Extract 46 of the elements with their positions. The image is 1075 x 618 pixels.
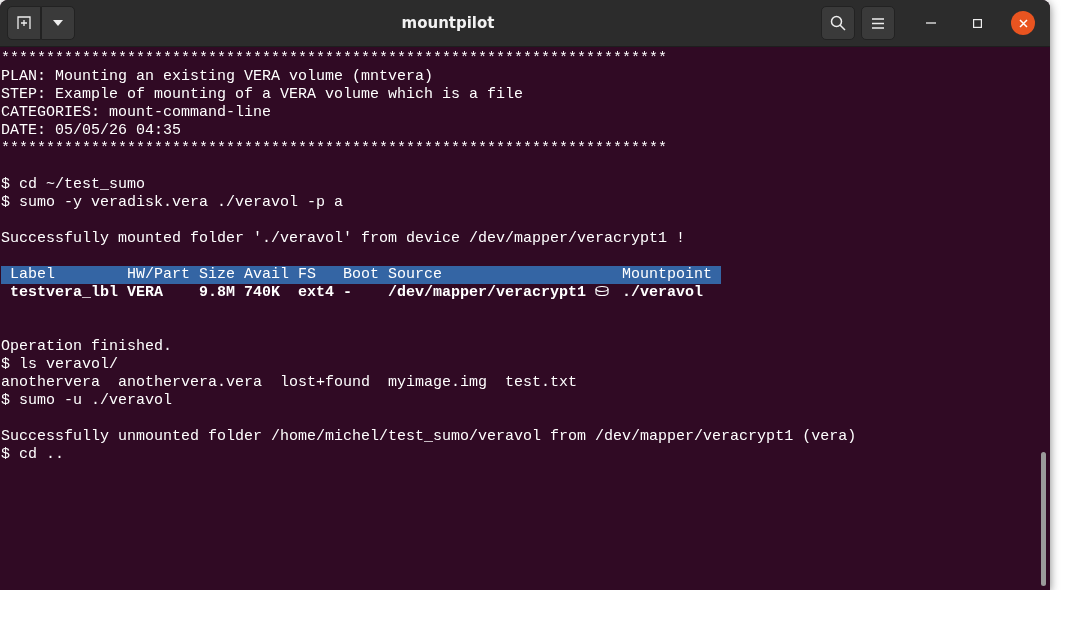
caret-icon <box>53 20 63 26</box>
terminal-line: $ sumo -u ./veravol <box>1 392 173 409</box>
terminal-line: $ cd .. <box>1 446 64 463</box>
maximize-icon <box>972 18 982 28</box>
terminal-line: DATE: 05/05/26 04:35 <box>1 122 182 139</box>
column-header: Label <box>10 266 55 283</box>
table-cell: - <box>343 284 353 301</box>
terminal-line: $ ls veravol/ <box>1 356 119 373</box>
terminal-line: ************************************************************************** <box>1 140 668 157</box>
column-header: FS <box>298 266 317 283</box>
table-cell: testvera_lbl <box>10 284 119 301</box>
terminal-line: $ sumo -y veradisk.vera ./veravol -p a <box>1 194 344 211</box>
column-header: Avail <box>244 266 290 283</box>
terminal-line: PLAN: Mounting an existing VERA volume (mntvera) <box>1 68 434 85</box>
table-cell: 9.8M <box>199 284 236 301</box>
table-cell: ext4 <box>298 284 335 301</box>
table-cell: VERA <box>127 284 164 301</box>
disk-icon <box>595 285 610 297</box>
menu-button[interactable] <box>861 6 895 40</box>
column-header: HW/Part <box>127 266 191 283</box>
column-header: Source <box>388 266 443 283</box>
terminal-line: $ cd ~/test_sumo <box>1 176 146 193</box>
terminal-line: CATEGORIES: mount-command-line <box>1 104 272 121</box>
terminal-line: ************************************************************************** <box>1 50 668 67</box>
scrollbar[interactable] <box>1041 452 1046 586</box>
terminal-line: anothervera anothervera.vera lost+found myimage.img test.txt <box>1 374 578 391</box>
new-tab-button[interactable] <box>7 6 41 40</box>
search-icon <box>830 15 846 31</box>
terminal-line: STEP: Example of mounting of a VERA volume which is a file <box>1 86 524 103</box>
terminal-line: Operation finished. <box>1 338 173 355</box>
menu-icon <box>872 17 884 29</box>
minimize-icon <box>926 22 936 24</box>
window-title: mountpilot <box>400 14 496 32</box>
new-tab-icon <box>17 16 31 30</box>
close-icon <box>1018 18 1028 28</box>
table-cell: /dev/mapper/veracrypt1 <box>388 284 587 301</box>
column-header: Size <box>199 266 236 283</box>
column-header: Mountpoint <box>622 266 713 283</box>
close-button[interactable] <box>1011 11 1035 35</box>
search-button[interactable] <box>821 6 855 40</box>
terminal-line: Successfully mounted folder './veravol' from device /dev/mapper/veracrypt1 ! <box>1 230 686 247</box>
table-cell: 740K <box>244 284 281 301</box>
dropdown-button[interactable] <box>41 6 75 40</box>
column-header: Boot <box>343 266 380 283</box>
terminal-line: Successfully unmounted folder /home/michel/test_sumo/veravol from /dev/mapper/veracrypt1 (vera) <box>1 428 857 445</box>
table-cell: ./veravol <box>622 284 704 301</box>
